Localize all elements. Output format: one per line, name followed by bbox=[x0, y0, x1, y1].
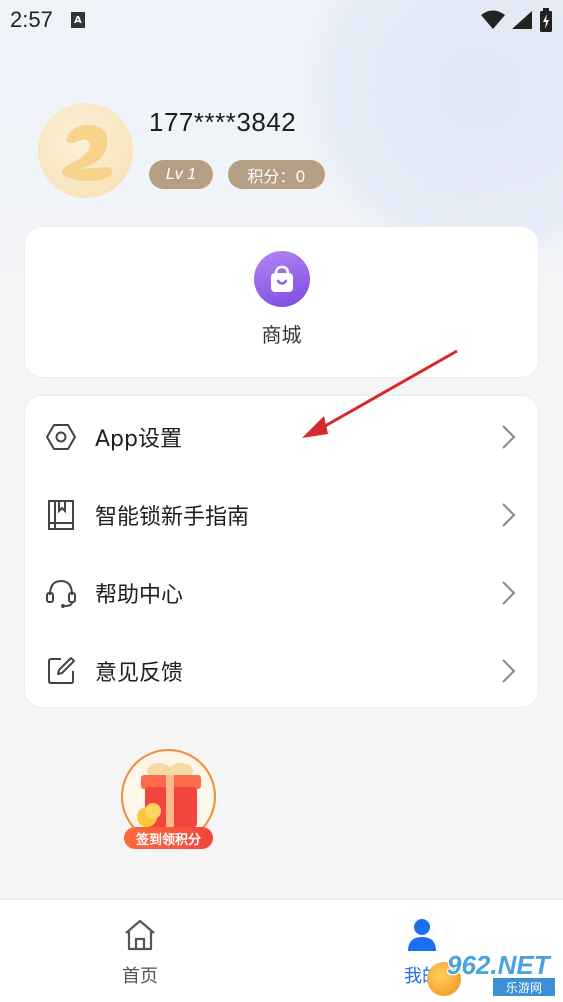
menu-item-app-settings[interactable]: App设置 bbox=[25, 398, 538, 476]
status-icons bbox=[481, 8, 553, 32]
menu-item-label: 智能锁新手指南 bbox=[95, 505, 250, 530]
menu-item-lock-guide[interactable]: 智能锁新手指南 bbox=[25, 476, 538, 554]
shopping-bag-icon[interactable] bbox=[254, 251, 310, 307]
menu-item-label: 意见反馈 bbox=[95, 661, 184, 686]
menu-item-help-center[interactable]: 帮助中心 bbox=[25, 554, 538, 632]
watermark-main: 962.NET bbox=[447, 950, 550, 980]
tab-label: 首页 bbox=[122, 966, 158, 987]
watermark: 962.NET 乐游网 bbox=[427, 948, 557, 998]
home-icon bbox=[125, 919, 155, 951]
person-icon bbox=[408, 919, 436, 951]
menu-item-feedback[interactable]: 意见反馈 bbox=[25, 632, 538, 710]
user-phone: 177****3842 bbox=[149, 107, 297, 137]
chevron-right-icon bbox=[502, 503, 516, 527]
level-badge: Lv 1 bbox=[149, 160, 213, 189]
status-bar: 2:57 A bbox=[0, 0, 563, 40]
menu-item-label: App设置 bbox=[95, 427, 182, 452]
menu-card: App设置 智能锁新手指南 帮助中心 意见反馈 bbox=[24, 395, 539, 708]
checkin-label: 签到领积分 bbox=[124, 827, 213, 849]
checkin-button[interactable]: 签到领积分 bbox=[121, 749, 216, 849]
shop-label[interactable]: 商城 bbox=[25, 319, 538, 348]
edit-icon bbox=[45, 655, 77, 687]
profile-header: 177****3842 Lv 1 积分：0 bbox=[38, 103, 538, 203]
points-badge[interactable]: 积分：0 bbox=[228, 160, 325, 189]
avatar-logo-icon bbox=[62, 124, 113, 181]
book-icon bbox=[45, 499, 77, 531]
tab-home[interactable]: 首页 bbox=[80, 900, 200, 1002]
settings-hexagon-icon bbox=[45, 421, 77, 453]
chevron-right-icon bbox=[502, 659, 516, 683]
watermark-sub: 乐游网 bbox=[493, 978, 555, 996]
headset-icon bbox=[45, 577, 77, 609]
menu-item-label: 帮助中心 bbox=[95, 583, 184, 608]
a-icon: A bbox=[70, 12, 85, 28]
chevron-right-icon bbox=[502, 425, 516, 449]
shop-card: 商城 bbox=[24, 226, 539, 378]
signal-icon bbox=[512, 11, 532, 29]
battery-charging-icon bbox=[540, 8, 552, 32]
wifi-icon bbox=[481, 10, 505, 29]
avatar[interactable] bbox=[38, 103, 133, 198]
chevron-right-icon bbox=[502, 581, 516, 605]
status-time: 2:57 bbox=[10, 7, 53, 32]
